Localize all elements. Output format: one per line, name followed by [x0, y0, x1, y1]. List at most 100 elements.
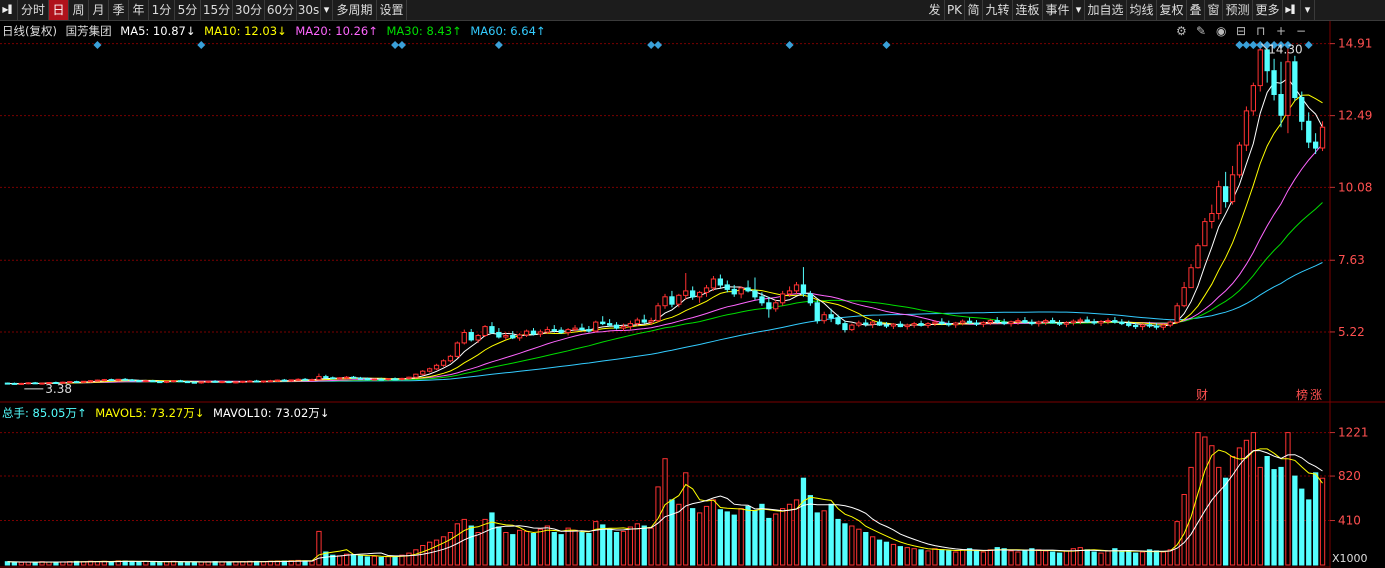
volume-bar: [1126, 551, 1132, 566]
toolbar-right-3[interactable]: 九转: [983, 0, 1013, 20]
candle-body: [11, 382, 17, 385]
volume-bar: [503, 532, 509, 566]
toolbar-right-0[interactable]: 发: [925, 0, 945, 20]
toolbar-right-1[interactable]: PK: [945, 0, 965, 20]
period-toolbar: ▶▌ 分时日周月季年 1分 5分 15分 30分 60分 30s ▾ 多周期 设置发 PK 简九转 连板事…: [0, 0, 1385, 21]
more-dropdown-icon[interactable]: ▾: [1301, 0, 1315, 20]
toolbar-tab-8[interactable]: 15分: [201, 0, 233, 20]
toolbar-tab-6[interactable]: 1分: [149, 0, 175, 20]
candle-body: [586, 329, 592, 332]
volume-tick-label: 820: [1338, 469, 1361, 483]
toolbar-right-12[interactable]: 更多: [1253, 0, 1283, 20]
volume-bar: [544, 525, 551, 566]
toolbar-right-11[interactable]: 预测: [1223, 0, 1253, 20]
toolbar-right-10[interactable]: 窗: [1205, 0, 1223, 20]
volume-bar: [856, 528, 862, 566]
candle-body: [1070, 320, 1076, 324]
candle-body: [1139, 324, 1146, 328]
candle-body: [1036, 321, 1042, 325]
volume-bar: [676, 503, 682, 566]
expand-right-icon[interactable]: ▶▌: [1283, 0, 1301, 20]
toolbar-right-7[interactable]: 均线: [1127, 0, 1157, 20]
candle-body: [1133, 324, 1139, 328]
toolbar-right-2[interactable]: 简: [965, 0, 983, 20]
settings-icon: ⚙: [1176, 24, 1187, 38]
price-tick-label: 14.91: [1338, 37, 1372, 51]
candle-body: [219, 381, 225, 384]
volume-bar: [1119, 550, 1125, 566]
toolbar-tab-13[interactable]: 设置: [377, 0, 407, 20]
volume-bar: [1167, 549, 1173, 566]
toolbar-tab-5[interactable]: 年: [129, 0, 149, 20]
volume-bar: [496, 526, 502, 566]
candle-body: [170, 380, 177, 383]
volume-bar: [316, 530, 322, 566]
toolbar-right-4[interactable]: 连板: [1013, 0, 1043, 20]
candle-body: [870, 321, 876, 325]
candle-body: [1299, 97, 1305, 122]
toolbar-tab-9[interactable]: 30分: [233, 0, 265, 20]
volume-bar: [11, 561, 17, 566]
candle-body: [427, 368, 433, 372]
candle-body: [274, 379, 281, 382]
candle-body: [537, 331, 544, 335]
toolbar-tab-7[interactable]: 5分: [175, 0, 201, 20]
volume-bar: [1029, 548, 1035, 566]
volume-bar: [177, 561, 184, 566]
toolbar-right-8[interactable]: 复权: [1157, 0, 1187, 20]
candle-body: [143, 380, 149, 383]
event-marker-icon: [647, 41, 656, 49]
candle-body: [890, 323, 897, 327]
volume-bar: [925, 550, 931, 566]
candle-body: [662, 296, 668, 307]
volume-bar: [1008, 550, 1014, 566]
candle-body: [164, 380, 170, 383]
toolbar-tab-10[interactable]: 60分: [265, 0, 297, 20]
toolbar-tab-2[interactable]: 周: [69, 0, 89, 20]
volume-bar: [1050, 551, 1056, 566]
toolbar-tab-1[interactable]: 日: [49, 0, 69, 20]
candle-body: [655, 305, 661, 322]
candle-body: [523, 330, 530, 336]
volume-bar: [634, 523, 641, 566]
ma10-line: [7, 94, 1323, 385]
candle-body: [1077, 319, 1083, 322]
toolbar-right-5[interactable]: 事件: [1043, 0, 1073, 20]
candle-body: [205, 380, 211, 383]
toolbar-tab-3[interactable]: 月: [89, 0, 109, 20]
toolbar-tab-4[interactable]: 季: [109, 0, 129, 20]
volume-bar: [309, 560, 315, 566]
candle-body: [717, 278, 724, 286]
candle-body: [994, 320, 1000, 323]
candle-body: [1029, 321, 1035, 325]
volume-bar: [433, 539, 440, 566]
candle-body: [579, 327, 585, 331]
toolbar-tab-0[interactable]: 分时: [18, 0, 49, 20]
collapse-left-icon[interactable]: ▶▌: [0, 0, 18, 20]
chevron-down-icon[interactable]: ▾: [321, 0, 333, 20]
volume-bar: [1091, 551, 1097, 566]
candle-body: [39, 382, 45, 385]
candle-body: [932, 321, 938, 325]
kline-chart[interactable]: 14.91 12.49 10.08 7.63 5.22 1221 820 410 X1000 14…: [0, 21, 1385, 568]
toolbar-right-9[interactable]: 叠: [1187, 0, 1205, 20]
volume-bar: [579, 532, 585, 566]
candle-body: [593, 321, 599, 332]
candle-body: [233, 381, 239, 384]
toolbar-tab-11[interactable]: 30s: [297, 0, 321, 20]
candle-body: [191, 381, 197, 384]
volume-bar: [184, 561, 191, 566]
candle-body: [613, 324, 620, 329]
toolbar-right-6[interactable]: 加自选: [1085, 0, 1127, 20]
candle-body: [849, 324, 855, 331]
volume-bar: [1278, 466, 1284, 566]
candle-body: [1319, 126, 1326, 149]
candle-body: [496, 332, 502, 338]
candle-body: [911, 323, 917, 326]
financial-report-label: 财: [1196, 388, 1208, 402]
pen-icon: ✎: [1196, 24, 1206, 38]
volume-bar: [1022, 550, 1028, 566]
event-dropdown-icon[interactable]: ▾: [1073, 0, 1085, 20]
toolbar-tab-12[interactable]: 多周期: [333, 0, 377, 20]
candle-body: [316, 376, 322, 381]
